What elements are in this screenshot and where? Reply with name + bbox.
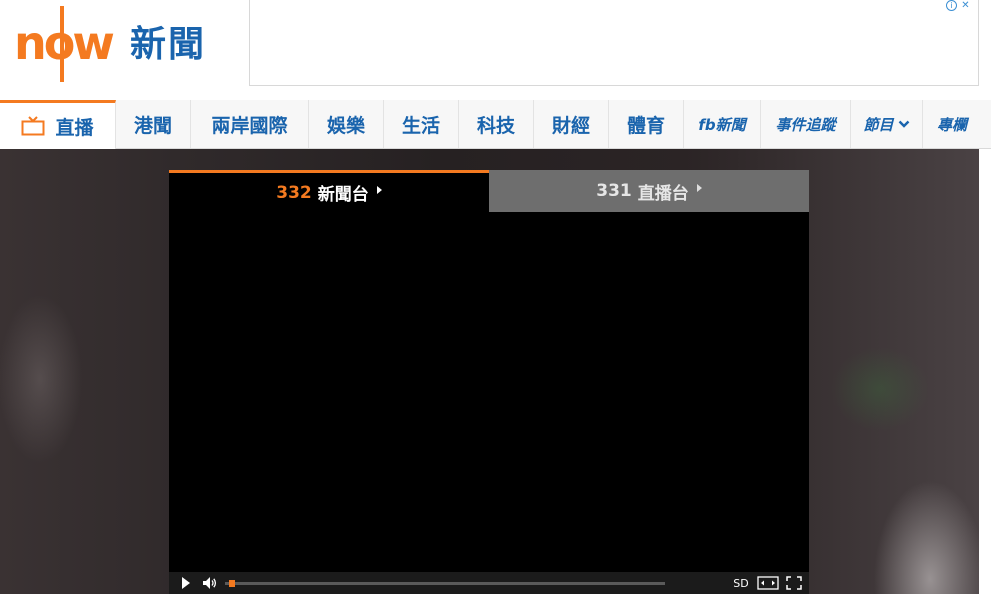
nav-item-label: 體育 (626, 114, 665, 137)
nav-item-label: 財經 (551, 114, 590, 137)
progress-handle[interactable] (229, 579, 236, 587)
channel-number: 332 (276, 182, 312, 203)
nav-item-local-news[interactable]: 港聞 (116, 100, 191, 148)
nav-item-fb-news[interactable]: fb新聞 (684, 100, 761, 148)
nav-item-entertainment[interactable]: 娛樂 (309, 100, 384, 148)
fullscreen-icon[interactable] (781, 576, 807, 590)
caret-right-icon (696, 184, 702, 192)
quality-button[interactable]: SD (729, 577, 753, 590)
nav-item-label: 港聞 (133, 114, 172, 137)
nav-item-lifestyle[interactable]: 生活 (384, 100, 459, 148)
nav-item-technology[interactable]: 科技 (459, 100, 534, 148)
nav-item-label: 事件追蹤 (775, 115, 836, 134)
tab-channel-331[interactable]: 331 直播台 (489, 170, 809, 212)
nav-item-columns[interactable]: 專欄 (923, 100, 981, 148)
tv-icon (21, 116, 45, 136)
nav-item-live[interactable]: 直播 (0, 100, 116, 149)
nav-item-label: 兩岸國際 (211, 114, 288, 137)
nav-item-label: 娛樂 (326, 114, 365, 137)
caret-right-icon (376, 185, 382, 194)
logo-wordmark: now (14, 16, 115, 70)
nav-item-finance[interactable]: 財經 (534, 100, 609, 148)
nav-item-sports[interactable]: 體育 (609, 100, 684, 148)
channel-name: 直播台 (637, 183, 689, 204)
play-icon[interactable] (173, 577, 199, 589)
site-header: now 新聞 i ✕ (0, 0, 991, 100)
channel-number: 331 (596, 181, 632, 201)
now-news-logo[interactable]: now 新聞 (14, 6, 209, 82)
nav-item-international[interactable]: 兩岸國際 (191, 100, 309, 148)
right-gutter (979, 149, 991, 594)
ad-choices[interactable]: i ✕ (946, 0, 976, 12)
progress-bar[interactable] (225, 579, 665, 587)
logo-news-text: 新聞 (130, 24, 207, 65)
main-nav: 直播 港聞 兩岸國際 娛樂 生活 科技 財經 體育 fb新聞 事件追蹤 節目 專… (0, 100, 991, 149)
channel-tabs: 332 新聞台 331 直播台 (169, 170, 809, 212)
ad-info-icon[interactable]: i (946, 0, 957, 11)
nav-item-event-tracking[interactable]: 事件追蹤 (761, 100, 851, 148)
player-controls: SD (169, 572, 809, 594)
nav-item-label: 直播 (55, 116, 94, 139)
video-player[interactable]: 332 新聞台 331 直播台 SD (169, 170, 809, 594)
nav-item-label: 生活 (401, 114, 440, 137)
nav-item-label: 專欄 (936, 115, 967, 134)
nav-item-label: 科技 (476, 114, 515, 137)
volume-icon[interactable] (199, 577, 221, 589)
chevron-down-icon (898, 115, 910, 133)
nav-item-label: fb新聞 (698, 115, 746, 134)
channel-name: 新聞台 (317, 185, 369, 205)
tab-channel-332[interactable]: 332 新聞台 (169, 170, 489, 212)
ad-banner[interactable]: i ✕ (249, 0, 979, 86)
ad-close-icon[interactable]: ✕ (959, 0, 972, 12)
nav-item-label: 節目 (863, 115, 894, 134)
nav-item-programs[interactable]: 節目 (851, 100, 923, 148)
widescreen-icon[interactable] (755, 576, 781, 590)
